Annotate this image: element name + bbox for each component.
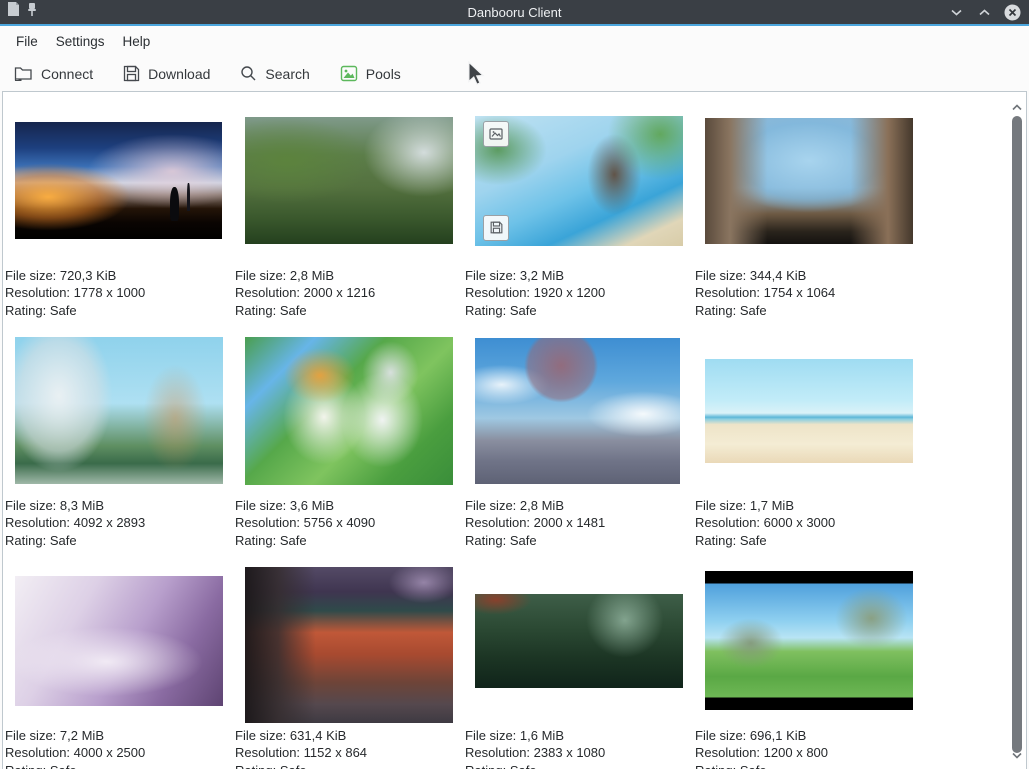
window-title: Danbooru Client [0,5,1029,20]
pools-label: Pools [366,66,401,82]
post-thumbnail[interactable] [705,359,913,463]
app-icon [7,2,20,22]
post-caption: File size: 3,2 MiB Resolution: 1920 x 12… [465,267,695,319]
post-item[interactable]: File size: 2,8 MiB Resolution: 2000 x 14… [465,341,695,571]
post-item[interactable]: File size: 7,2 MiB Resolution: 4000 x 25… [5,571,235,769]
close-button[interactable] [1003,3,1021,21]
pin-icon[interactable] [27,2,37,22]
maximize-button[interactable] [975,3,993,21]
search-icon [240,65,257,82]
post-thumbnail[interactable] [245,337,453,485]
post-caption: File size: 1,6 MiB Resolution: 2383 x 10… [465,727,695,769]
post-caption: File size: 631,4 KiB Resolution: 1152 x … [235,727,465,769]
post-caption: File size: 3,6 MiB Resolution: 5756 x 40… [235,497,465,549]
picture-icon [489,128,503,140]
post-thumbnail[interactable] [475,338,680,484]
search-label: Search [265,66,309,82]
post-thumbnail[interactable] [475,594,683,688]
post-item[interactable]: File size: 720,3 KiB Resolution: 1778 x … [5,111,235,341]
view-image-button[interactable] [483,121,509,147]
post-thumbnail[interactable] [245,567,453,723]
post-caption: File size: 696,1 KiB Resolution: 1200 x … [695,727,925,769]
post-thumbnail[interactable] [15,337,223,484]
search-button[interactable]: Search [240,65,309,82]
post-item[interactable]: File size: 3,6 MiB Resolution: 5756 x 40… [235,341,465,571]
connect-label: Connect [41,66,93,82]
folder-network-icon [14,65,33,82]
post-caption: File size: 8,3 MiB Resolution: 4092 x 28… [5,497,235,549]
post-item[interactable]: File size: 8,3 MiB Resolution: 4092 x 28… [5,341,235,571]
toolbar: Connect Download Search [0,56,1029,91]
menubar: File Settings Help [0,26,1029,56]
floppy-icon [490,221,503,234]
menu-file[interactable]: File [7,30,47,53]
save-image-button[interactable] [483,215,509,241]
scroll-down-icon[interactable] [1012,746,1022,764]
connect-button[interactable]: Connect [14,65,93,82]
post-item[interactable]: File size: 1,7 MiB Resolution: 6000 x 30… [695,341,925,571]
post-caption: File size: 720,3 KiB Resolution: 1778 x … [5,267,235,319]
post-thumbnail[interactable] [475,116,683,246]
post-caption: File size: 2,8 MiB Resolution: 2000 x 14… [465,497,695,549]
post-thumbnail[interactable] [15,122,222,239]
scroll-up-icon[interactable] [1012,98,1022,116]
save-icon [123,65,140,82]
danbooru-client-window: Danbooru Client File Settings Help [0,0,1029,769]
post-item[interactable]: File size: 2,8 MiB Resolution: 2000 x 12… [235,111,465,341]
pools-button[interactable]: Pools [340,65,401,82]
post-thumbnail[interactable] [15,576,223,706]
post-thumbnail[interactable] [705,118,913,244]
post-item[interactable]: File size: 3,2 MiB Resolution: 1920 x 12… [465,111,695,341]
post-caption: File size: 1,7 MiB Resolution: 6000 x 30… [695,497,925,549]
scrollbar-handle[interactable] [1012,116,1022,753]
post-caption: File size: 2,8 MiB Resolution: 2000 x 12… [235,267,465,319]
post-item[interactable]: File size: 696,1 KiB Resolution: 1200 x … [695,571,925,769]
post-item[interactable]: File size: 1,6 MiB Resolution: 2383 x 10… [465,571,695,769]
titlebar: Danbooru Client [0,0,1029,24]
minimize-button[interactable] [947,3,965,21]
post-thumbnail[interactable] [245,117,453,244]
post-item[interactable]: File size: 631,4 KiB Resolution: 1152 x … [235,571,465,769]
post-grid-view: File size: 720,3 KiB Resolution: 1778 x … [2,91,1027,769]
post-thumbnail[interactable] [705,571,913,710]
download-button[interactable]: Download [123,65,210,82]
pools-image-icon [340,65,358,82]
post-grid: File size: 720,3 KiB Resolution: 1778 x … [3,92,1026,769]
download-label: Download [148,66,210,82]
menu-help[interactable]: Help [114,30,160,53]
vertical-scrollbar[interactable] [1008,92,1026,769]
post-caption: File size: 344,4 KiB Resolution: 1754 x … [695,267,925,319]
post-caption: File size: 7,2 MiB Resolution: 4000 x 25… [5,727,235,769]
menu-settings[interactable]: Settings [47,30,114,53]
post-item[interactable]: File size: 344,4 KiB Resolution: 1754 x … [695,111,925,341]
